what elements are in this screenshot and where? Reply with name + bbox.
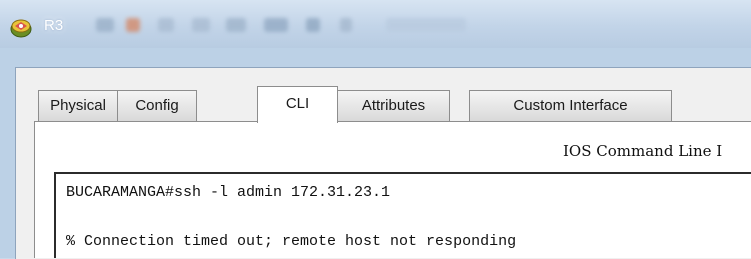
cli-terminal[interactable]: BUCARAMANGA#ssh -l admin 172.31.23.1 % C… <box>54 172 751 258</box>
tab-config[interactable]: Config <box>117 90 197 121</box>
device-window: R3 Physical Config CLI Attributes Custom… <box>0 0 751 259</box>
tab-label: CLI <box>285 95 310 112</box>
tab-label: Attributes <box>361 97 426 114</box>
tab-cli[interactable]: CLI <box>257 86 338 123</box>
blurred-toolbar <box>96 10 751 40</box>
tab-attributes[interactable]: Attributes <box>337 90 450 121</box>
packet-tracer-router-icon <box>10 19 32 38</box>
cli-heading: IOS Command Line I <box>563 142 723 160</box>
tab-physical[interactable]: Physical <box>38 90 118 121</box>
terminal-line: BUCARAMANGA#ssh -l admin 172.31.23.1 <box>66 184 391 201</box>
tab-label: Custom Interface <box>513 97 628 114</box>
title-bar[interactable]: R3 <box>0 0 751 48</box>
terminal-line: % Connection timed out; remote host not … <box>66 233 517 250</box>
window-title: R3 <box>44 17 64 34</box>
tab-label: Config <box>135 97 179 114</box>
tab-label: Physical <box>50 97 106 114</box>
tab-custom-interface[interactable]: Custom Interface <box>469 90 672 121</box>
